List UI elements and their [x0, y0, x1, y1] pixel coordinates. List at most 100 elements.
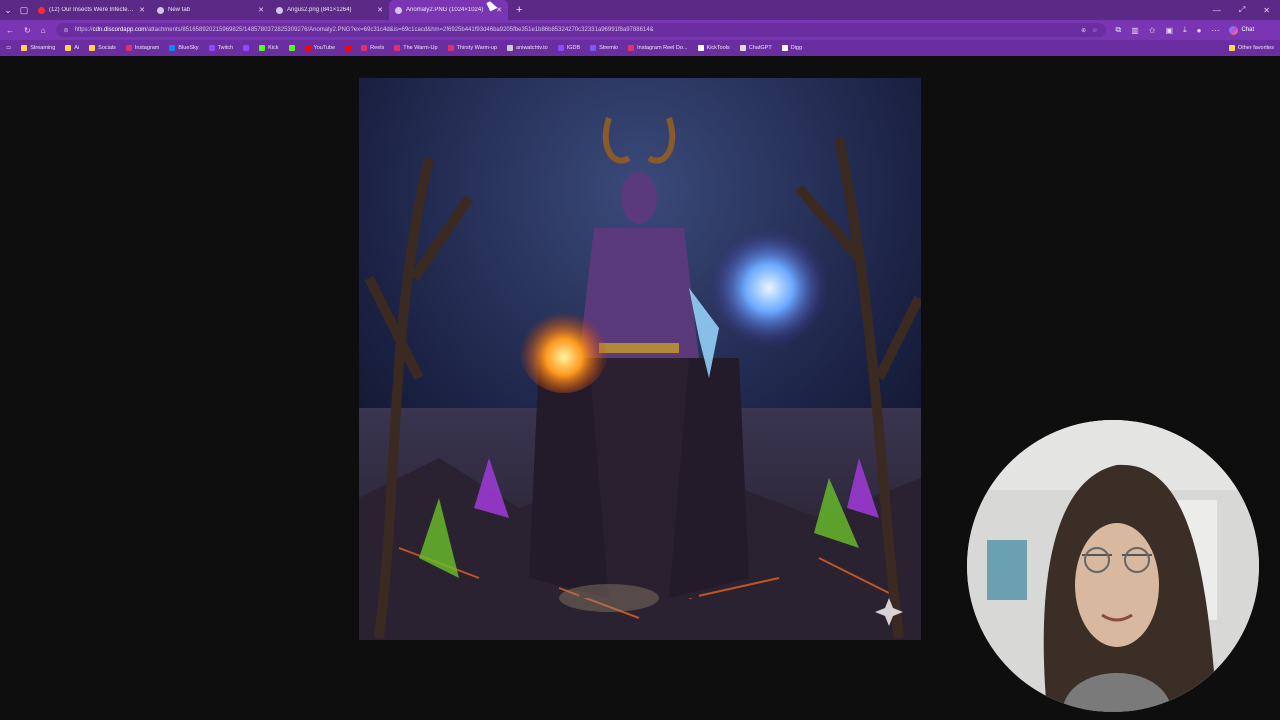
- restore-icon[interactable]: ⤢: [1239, 5, 1245, 15]
- sidebar-toggle-icon[interactable]: ▭: [6, 45, 11, 51]
- bookmark-favicon-icon: [169, 45, 176, 51]
- bookmark-favicon-icon: [590, 45, 597, 51]
- back-icon[interactable]: ←: [6, 26, 14, 35]
- fantasy-demon-artwork: [359, 78, 921, 640]
- tab-favicon-icon: [38, 6, 45, 14]
- bookmark-item[interactable]: BlueSky: [169, 45, 199, 51]
- other-favorites[interactable]: Other favorites: [1228, 45, 1274, 51]
- bookmark-item[interactable]: Streaming: [21, 45, 55, 51]
- bookmark-item[interactable]: Kick: [259, 45, 279, 51]
- bookmark-label: Twitch: [217, 45, 234, 51]
- bookmark-favicon-icon: [697, 45, 704, 51]
- bookmark-item[interactable]: [345, 45, 352, 51]
- site-info-icon[interactable]: ⊜: [64, 27, 69, 34]
- tab-close-icon[interactable]: ✕: [258, 6, 264, 14]
- tab-2[interactable]: Angus2.png (841×1264) ✕: [270, 0, 389, 20]
- bookmark-item[interactable]: Instagram Reel Do...: [628, 45, 688, 51]
- bookmark-favicon-icon: [243, 45, 250, 51]
- bookmark-favicon-icon: [65, 45, 72, 51]
- bookmarks-bar: ▭ Streaming Ai Socials Instagram BlueSky Twit…: [0, 40, 1280, 56]
- bookmark-item[interactable]: Instagram: [125, 45, 160, 51]
- home-icon[interactable]: ⌂: [41, 26, 46, 35]
- bookmark-favicon-icon: [361, 45, 368, 51]
- bookmark-item[interactable]: Thirsty Warm-up: [447, 45, 497, 51]
- bookmark-favicon-icon: [739, 45, 746, 51]
- tab-actions-icon[interactable]: ⌄: [0, 0, 16, 20]
- downloads-icon[interactable]: ⤓: [1183, 25, 1187, 35]
- copilot-icon: [1229, 25, 1239, 35]
- bookmark-label: Streaming: [30, 45, 56, 51]
- bookmark-favicon-icon: [557, 45, 564, 51]
- page-content: [0, 56, 1280, 720]
- bookmark-item[interactable]: KickTools: [697, 45, 730, 51]
- workspaces-icon[interactable]: ▢: [16, 0, 32, 20]
- bookmark-favicon-icon: [21, 45, 28, 51]
- bookmark-favicon-icon: [394, 45, 401, 51]
- split-screen-icon[interactable]: ▥: [1131, 26, 1139, 35]
- tab-favicon-icon: [276, 6, 283, 14]
- bookmark-label: BlueSky: [178, 45, 199, 51]
- webcam-overlay: [967, 420, 1259, 712]
- bookmark-item[interactable]: Stremio: [590, 45, 618, 51]
- tab-favicon-icon: [395, 6, 402, 14]
- tab-title: Angus2.png (841×1264): [287, 7, 352, 13]
- bookmark-item[interactable]: Digg: [781, 45, 803, 51]
- copilot-chat-button[interactable]: Chat: [1229, 25, 1255, 35]
- tab-favicon-icon: [157, 6, 164, 14]
- collections-icon[interactable]: ▣: [1166, 26, 1174, 35]
- favorites-icon[interactable]: ✩: [1149, 26, 1156, 35]
- tab-title: New tab: [168, 7, 191, 13]
- bookmark-favicon-icon: [288, 45, 295, 51]
- address-toolbar: ← ↻ ⌂ ⊜ https://cdn.discordapp.com/attac…: [0, 20, 1280, 40]
- url-host: cdn.discordapp.com: [92, 27, 147, 33]
- tab-1[interactable]: New tab ✕: [151, 0, 270, 20]
- bookmark-label: Stremio: [599, 45, 619, 51]
- other-favorites-label: Other favorites: [1237, 45, 1274, 51]
- webcam-person-image: [967, 420, 1259, 712]
- bookmark-item[interactable]: aniwatchtv.to: [507, 45, 548, 51]
- displayed-image[interactable]: [359, 78, 921, 640]
- bookmark-item[interactable]: IGDB: [557, 45, 581, 51]
- refresh-icon[interactable]: ↻: [24, 26, 31, 35]
- tab-0[interactable]: (12) Our Insects Were Infected wit ✕: [32, 0, 151, 20]
- bookmark-item[interactable]: [243, 45, 250, 51]
- tab-title: (12) Our Insects Were Infected wit: [49, 7, 136, 13]
- chat-label: Chat: [1241, 27, 1255, 33]
- bookmark-label: Digg: [790, 45, 803, 51]
- bookmark-label: Kick: [268, 45, 279, 51]
- bookmark-item[interactable]: ChatGPT: [739, 45, 772, 51]
- extensions-icon[interactable]: ⧉: [1116, 25, 1122, 35]
- favorite-star-icon[interactable]: ☆: [1092, 27, 1097, 34]
- minimize-icon[interactable]: —: [1213, 6, 1221, 15]
- bookmark-item[interactable]: [288, 45, 295, 51]
- address-bar[interactable]: ⊜ https://cdn.discordapp.com/attachments…: [55, 23, 1106, 37]
- url-scheme: https://: [74, 27, 93, 33]
- bookmark-label: Instagram Reel Do...: [637, 45, 688, 51]
- bookmark-label: Reels: [370, 45, 385, 51]
- bookmark-item[interactable]: Reels: [361, 45, 384, 51]
- bookmark-item[interactable]: Twitch: [208, 45, 234, 51]
- bookmark-favicon-icon: [125, 45, 132, 51]
- menu-icon[interactable]: ⋯: [1211, 26, 1219, 35]
- bookmark-favicon-icon: [447, 45, 454, 51]
- bookmark-label: Thirsty Warm-up: [456, 45, 497, 51]
- bookmark-favicon-icon: [89, 45, 96, 51]
- bookmark-label: IGDB: [566, 45, 581, 51]
- bookmark-item[interactable]: YouTube: [304, 45, 336, 51]
- bookmark-label: YouTube: [313, 45, 336, 51]
- profile-avatar-icon[interactable]: ●: [1197, 26, 1202, 35]
- zoom-icon[interactable]: ⊕: [1081, 27, 1086, 34]
- bookmark-item[interactable]: The Warm-Up: [394, 45, 438, 51]
- bookmark-item[interactable]: Ai: [65, 45, 79, 51]
- bookmark-label: Socials: [98, 45, 116, 51]
- bookmark-label: aniwatchtv.to: [516, 45, 548, 51]
- new-tab-button[interactable]: +: [508, 4, 530, 16]
- bookmark-label: Ai: [74, 45, 80, 51]
- bookmark-favicon-icon: [507, 45, 513, 51]
- tab-close-icon[interactable]: ✕: [139, 6, 145, 14]
- bookmark-label: Instagram: [134, 45, 160, 51]
- tab-close-icon[interactable]: ✕: [377, 6, 383, 14]
- close-window-icon[interactable]: ✕: [1263, 6, 1270, 15]
- bookmark-item[interactable]: Socials: [89, 45, 116, 51]
- bookmark-label: ChatGPT: [748, 45, 772, 51]
